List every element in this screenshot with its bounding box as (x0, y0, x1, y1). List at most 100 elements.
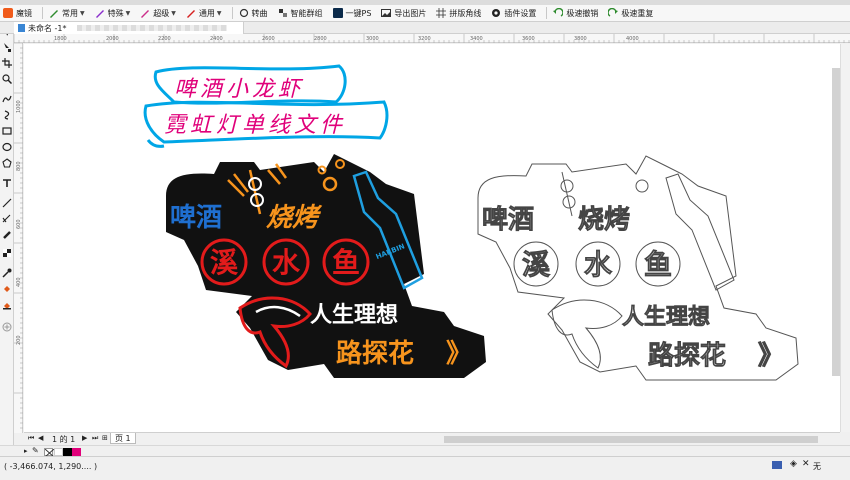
color-profile-icon (772, 461, 782, 469)
interactive-fill-tool-icon[interactable] (2, 284, 12, 294)
fill-status-label: 无 (813, 462, 821, 471)
toolbar-button-convert-curves[interactable]: 转曲 (236, 6, 271, 21)
chevron-down-icon[interactable]: ▼ (217, 10, 222, 17)
chevron-down-icon[interactable]: ▼ (126, 10, 131, 17)
document-tab-bar: 未命名 -1* (0, 22, 850, 34)
ruler-label: 400 (16, 277, 22, 287)
pen-icon (186, 8, 196, 18)
add-page-icon[interactable]: ⊞ (102, 434, 108, 442)
ruler-label: 2200 (158, 36, 171, 42)
crop-marks-icon (436, 8, 447, 18)
toolbar-button-smart-group[interactable]: 智能群组 (275, 6, 326, 21)
swatch-black[interactable] (63, 448, 72, 456)
connector-tool-icon[interactable] (2, 198, 12, 208)
group-icon (278, 8, 288, 18)
neon-sign-colored: HARBIN 啤酒 烧烤 溪 水 鱼 人生理想 路探花 》 (166, 154, 486, 378)
swatch-white[interactable] (54, 448, 63, 456)
ellipse-tool-icon[interactable] (2, 142, 12, 152)
pen-icon (95, 8, 105, 18)
toolbar-button-special[interactable]: 特殊 ▼ (92, 6, 134, 21)
outline-none-icon: ✕ (802, 459, 810, 469)
blurred-region (76, 25, 227, 31)
eyedropper-tool-icon[interactable] (2, 268, 12, 278)
chevron-down-icon[interactable]: ▼ (80, 10, 85, 17)
ps-icon (332, 8, 343, 18)
chevron-down-icon[interactable]: ▼ (171, 10, 176, 17)
no-color-swatch[interactable] (44, 448, 55, 458)
sign-line-life-ideal: 人生理想 (310, 303, 398, 328)
toolbar-button-fast-undo[interactable]: 极速撤销 (550, 6, 601, 21)
drawing-canvas[interactable]: 啤酒小龙虾 霓虹灯单线文件 HARBIN 啤酒 烧烤 溪 水 鱼 人生理想 路探… (24, 44, 840, 432)
document-icon (18, 24, 25, 32)
toolbar-button-general[interactable]: 通用 ▼ (183, 6, 225, 21)
vertical-ruler-ticks: 1000 800 600 400 200 (14, 42, 23, 429)
first-page-icon[interactable]: ⏮ (28, 434, 34, 443)
page-navigation-bar: ⏮ ◀ 1 的 1 ▶ ⏭ ⊞ 页 1 (24, 432, 840, 445)
prev-page-icon[interactable]: ◀ (38, 434, 43, 442)
next-page-icon[interactable]: ▶ (82, 434, 87, 442)
vertical-scroll-thumb[interactable] (832, 68, 840, 376)
app-logo-icon (3, 8, 13, 18)
toolbar-button-export-image[interactable]: 导出图片 (378, 6, 429, 21)
gear-icon (491, 8, 501, 18)
toolbar-separator (546, 7, 548, 19)
ruler-label: 4000 (626, 36, 639, 42)
crop-tool-icon[interactable] (2, 58, 12, 68)
ruler-label: 3400 (470, 36, 483, 42)
shape-tool-icon[interactable] (2, 42, 12, 52)
dimension-tool-icon[interactable] (2, 214, 12, 224)
rectangle-tool-icon[interactable] (2, 126, 12, 136)
horizontal-scroll-thumb[interactable] (444, 436, 818, 443)
toolbar-button-common[interactable]: 常用 ▼ (46, 6, 88, 21)
eyedropper-icon[interactable]: ✎ (32, 446, 39, 455)
text-tool-icon[interactable] (2, 178, 12, 188)
toolbar-button-crop-marks[interactable]: 拼版角线 (433, 6, 484, 21)
transform-icon (239, 8, 249, 18)
palette-menu-icon[interactable]: ▸ (24, 447, 28, 455)
sign-char-3: 鱼 (332, 246, 360, 279)
outline-word-bbq: 烧烤 (578, 205, 630, 235)
sign-word-bbq: 烧烤 (266, 203, 323, 233)
vertical-scrollbar[interactable] (840, 44, 850, 432)
outline-char-1: 溪 (522, 248, 551, 281)
last-page-icon[interactable]: ⏭ (92, 434, 98, 443)
toolbar-button-plugin-settings[interactable]: 插件设置 (488, 6, 539, 21)
toolbar-separator (231, 7, 233, 19)
blend-tool-icon[interactable] (2, 230, 12, 240)
horizontal-ruler[interactable]: 1800 2000 2200 2400 2600 2800 3000 3200 3400 3600… (13, 34, 850, 43)
polygon-tool-icon[interactable] (2, 158, 12, 168)
app-menu-button[interactable]: 魔镜 (0, 6, 35, 21)
transparency-tool-icon[interactable] (2, 248, 12, 258)
outline-chevrons: 》 (758, 341, 784, 371)
toolbar-button-one-key-ps[interactable]: 一键PS (330, 6, 375, 21)
ruler-label: 1800 (54, 36, 67, 42)
vertical-ruler[interactable]: 1000 800 600 400 200 (14, 42, 23, 433)
toolbar-button-fast-redo[interactable]: 极速重复 (605, 6, 656, 21)
add-tool-icon[interactable] (2, 322, 12, 332)
smart-fill-tool-icon[interactable] (2, 300, 12, 310)
page-tab[interactable]: 页 1 (110, 433, 136, 444)
freehand-tool-icon[interactable] (2, 94, 12, 104)
pen-icon (49, 8, 59, 18)
sign-line-road-flower: 路探花 (336, 338, 414, 369)
toolbar-button-super[interactable]: 超级 ▼ (137, 6, 179, 21)
ruler-label: 3000 (366, 36, 379, 42)
image-icon (381, 8, 392, 18)
artwork: 啤酒小龙虾 霓虹灯单线文件 HARBIN 啤酒 烧烤 溪 水 鱼 人生理想 路探… (143, 64, 799, 381)
outline-line-life-ideal: 人生理想 (622, 305, 710, 330)
redo-icon (607, 7, 619, 18)
ruler-label: 600 (16, 219, 22, 229)
banner-title-line1: 啤酒小龙虾 (174, 77, 304, 102)
outline-char-3: 鱼 (644, 248, 672, 281)
horizontal-ruler-ticks: 1800 2000 2200 2400 2600 2800 3000 3200 3400 3600… (13, 34, 850, 43)
swatch-magenta[interactable] (72, 448, 81, 456)
outline-word-beer: 啤酒 (482, 205, 534, 235)
banner-title-line2: 霓虹灯单线文件 (164, 113, 346, 138)
sign-char-2: 水 (272, 246, 301, 279)
plugin-toolbar: 魔镜 常用 ▼ 特殊 ▼ 超级 ▼ 通用 ▼ 转曲 智能群组 一键PS 导出图片 拼版角… (0, 5, 850, 22)
ruler-label: 3600 (522, 36, 535, 42)
toolbox (0, 22, 14, 454)
document-tab[interactable]: 未命名 -1* (14, 22, 244, 34)
artistic-media-tool-icon[interactable] (2, 110, 12, 120)
zoom-tool-icon[interactable] (2, 74, 12, 84)
